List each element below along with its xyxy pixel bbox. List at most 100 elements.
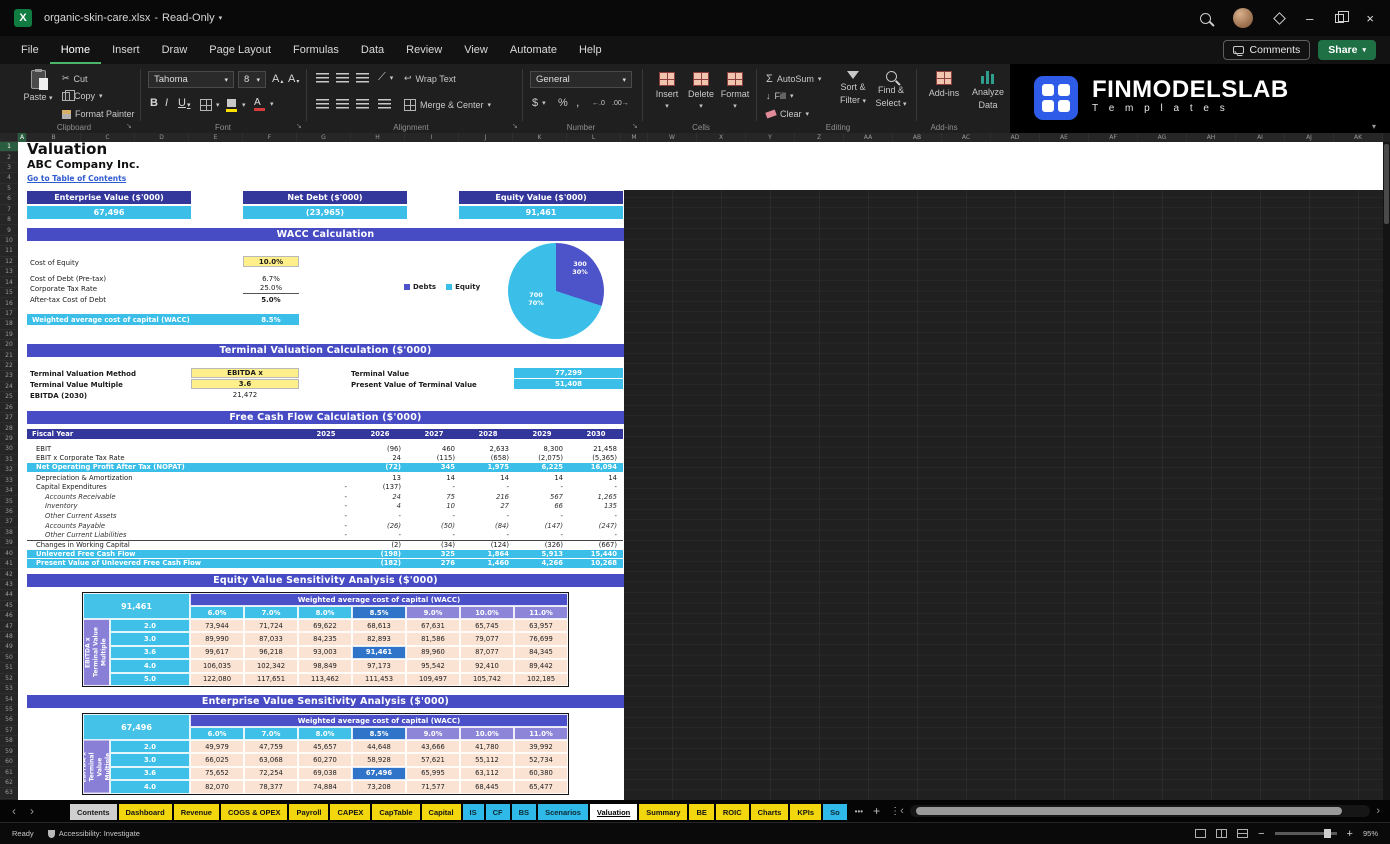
sens-value[interactable]: 66,025 xyxy=(190,753,244,766)
fiscal-year-2027[interactable]: 2027 xyxy=(407,430,461,438)
fcf-row-label[interactable]: Other Current Assets xyxy=(27,512,299,520)
sens-value[interactable]: 96,218 xyxy=(244,646,298,659)
sens-multiple[interactable]: 3.0 xyxy=(110,753,190,766)
column-header-F[interactable]: F xyxy=(243,133,297,142)
font-size-select[interactable]: 8▾ xyxy=(238,71,266,88)
fcf-cell[interactable]: - xyxy=(515,531,569,539)
enterprise-value-header[interactable]: Enterprise Value ($'000) xyxy=(27,191,191,204)
sens-value[interactable]: 69,622 xyxy=(298,619,352,632)
fcf-cell[interactable]: - xyxy=(569,483,623,491)
sens-value[interactable]: 102,342 xyxy=(244,659,298,672)
menu-tab-data[interactable]: Data xyxy=(350,36,395,64)
zoom-out-button[interactable]: − xyxy=(1258,828,1264,840)
sens-value[interactable]: 60,270 xyxy=(298,753,352,766)
sheet-tab-payroll[interactable]: Payroll xyxy=(289,804,328,820)
decrease-decimal-button[interactable]: .00→ xyxy=(612,100,629,107)
row-header-15[interactable]: 15 xyxy=(0,288,18,298)
row-header-60[interactable]: 60 xyxy=(0,757,18,767)
column-header-AG[interactable]: AG xyxy=(1138,133,1187,142)
title-chevron-icon[interactable]: ▾ xyxy=(219,14,223,22)
fcf-cell[interactable]: - xyxy=(299,522,353,530)
fcf-cell[interactable]: - xyxy=(353,512,407,520)
autosum-button[interactable]: ΣAutoSum ▾ xyxy=(766,73,821,85)
fcf-cell[interactable]: 21,458 xyxy=(569,445,623,453)
row-header-1[interactable]: 1 xyxy=(0,142,18,152)
sheet-tab-kpis[interactable]: KPIs xyxy=(790,804,821,820)
fcf-cell[interactable]: 6,225 xyxy=(515,463,569,471)
sens-value[interactable]: 73,208 xyxy=(352,780,406,793)
fcf-row-label[interactable]: Capital Expenditures xyxy=(27,483,299,491)
sens-value[interactable]: 71,724 xyxy=(244,619,298,632)
page-break-view-icon[interactable] xyxy=(1237,829,1248,838)
enterprise-value[interactable]: 67,496 xyxy=(27,206,191,219)
fiscal-year-2030[interactable]: 2030 xyxy=(569,430,623,438)
capital-structure-pie-chart[interactable]: 30030% 70070% xyxy=(508,243,604,339)
row-header-32[interactable]: 32 xyxy=(0,465,18,475)
row-header-24[interactable]: 24 xyxy=(0,382,18,392)
row-header-54[interactable]: 54 xyxy=(0,694,18,704)
vertical-scrollbar[interactable] xyxy=(1383,142,1390,800)
percent-style-button[interactable]: % xyxy=(558,97,568,109)
column-header-AJ[interactable]: AJ xyxy=(1285,133,1334,142)
fcf-row-label[interactable]: Present Value of Unlevered Free Cash Flo… xyxy=(27,559,299,567)
row-header-41[interactable]: 41 xyxy=(0,559,18,569)
row-header-48[interactable]: 48 xyxy=(0,632,18,642)
sens-col-header[interactable]: 8.5% xyxy=(352,727,406,740)
find-select-button[interactable]: Find &Select ▾ xyxy=(874,71,908,108)
align-middle-button[interactable] xyxy=(336,73,349,83)
row-header-22[interactable]: 22 xyxy=(0,361,18,371)
row-header-21[interactable]: 21 xyxy=(0,350,18,360)
fcf-cell[interactable]: (84) xyxy=(461,522,515,530)
after-tax-cell[interactable]: 5.0% xyxy=(243,294,299,305)
net-debt-header[interactable]: Net Debt ($'000) xyxy=(243,191,407,204)
sens-col-header[interactable]: 6.0% xyxy=(190,727,244,740)
sens-value[interactable]: 105,742 xyxy=(460,673,514,686)
font-color-button[interactable]: A▾ xyxy=(254,97,274,110)
sens-col-header[interactable]: 11.0% xyxy=(514,727,568,740)
font-dialog-launcher[interactable]: ↘ xyxy=(296,122,302,130)
fiscal-year-2026[interactable]: 2026 xyxy=(353,430,407,438)
fcf-cell[interactable]: (96) xyxy=(353,445,407,453)
sens-col-header[interactable]: 8.5% xyxy=(352,606,406,619)
column-header-AB[interactable]: AB xyxy=(893,133,942,142)
paste-button[interactable]: Paste ▾ xyxy=(20,70,56,102)
sens-multiple[interactable]: 2.0 xyxy=(110,619,190,632)
row-header-11[interactable]: 11 xyxy=(0,246,18,256)
row-header-35[interactable]: 35 xyxy=(0,496,18,506)
fcf-cell[interactable]: 14 xyxy=(515,474,569,482)
terminal-value-label[interactable]: Terminal Value xyxy=(351,370,409,378)
sheet-tab-so[interactable]: So xyxy=(823,804,847,820)
underline-button[interactable]: U ▾ xyxy=(178,97,190,109)
row-header-14[interactable]: 14 xyxy=(0,277,18,287)
fcf-row-label[interactable]: Changes in Working Capital xyxy=(27,541,299,549)
sens-col-header[interactable]: 8.0% xyxy=(298,727,352,740)
fcf-cell[interactable]: - xyxy=(299,531,353,539)
row-header-44[interactable]: 44 xyxy=(0,590,18,600)
sens-value[interactable]: 97,173 xyxy=(352,659,406,672)
row-header-46[interactable]: 46 xyxy=(0,611,18,621)
row-header-6[interactable]: 6 xyxy=(0,194,18,204)
sens-col-header[interactable]: 11.0% xyxy=(514,606,568,619)
fcf-cell[interactable]: (667) xyxy=(569,541,623,549)
sens-value[interactable]: 52,734 xyxy=(514,753,568,766)
sheet-tab-is[interactable]: IS xyxy=(463,804,484,820)
sheet-tab-scenarios[interactable]: Scenarios xyxy=(538,804,588,820)
fcf-row-label[interactable]: Other Current Liabilities xyxy=(27,531,299,539)
column-header-X[interactable]: X xyxy=(697,133,746,142)
sens-value[interactable]: 68,445 xyxy=(460,780,514,793)
fcf-cell[interactable]: 1,265 xyxy=(569,493,623,501)
font-name-select[interactable]: Tahoma▾ xyxy=(148,71,234,88)
menu-tab-insert[interactable]: Insert xyxy=(101,36,151,64)
sens-col-header[interactable]: 9.0% xyxy=(406,606,460,619)
sens-value[interactable]: 78,377 xyxy=(244,780,298,793)
column-header-Y[interactable]: Y xyxy=(746,133,795,142)
sheet-tab-bs[interactable]: BS xyxy=(512,804,536,820)
tax-rate-cell[interactable]: 25.0% xyxy=(243,283,299,294)
sens-value[interactable]: 89,990 xyxy=(190,632,244,645)
sens-col-header[interactable]: 10.0% xyxy=(460,727,514,740)
menu-tab-review[interactable]: Review xyxy=(395,36,453,64)
row-header-25[interactable]: 25 xyxy=(0,392,18,402)
increase-decimal-button[interactable]: ←.0 xyxy=(592,100,605,107)
fill-color-button[interactable]: ▾ xyxy=(226,99,246,111)
sheet-tab-capital[interactable]: Capital xyxy=(422,804,461,820)
